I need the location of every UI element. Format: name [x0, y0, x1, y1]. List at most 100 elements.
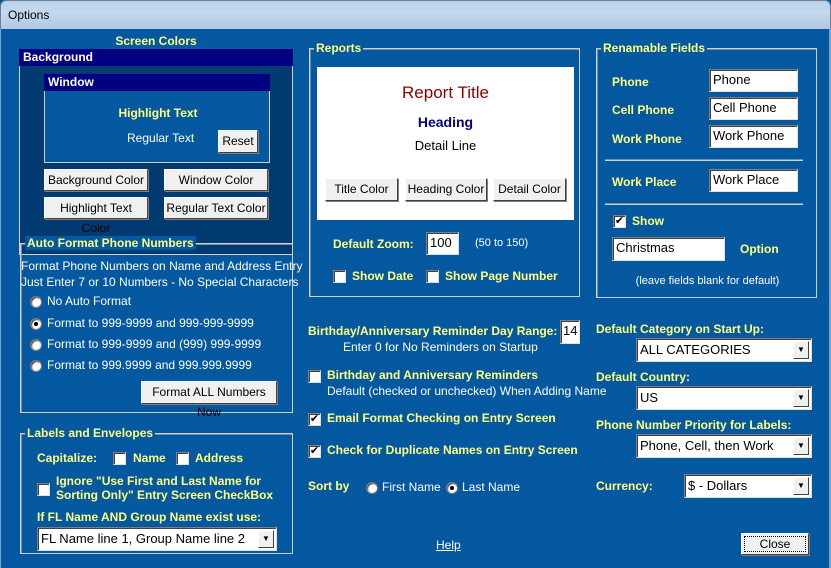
reminder-range-input[interactable]: 14 — [560, 320, 580, 344]
email-format-checkbox[interactable]: ✔ — [308, 413, 321, 426]
work-place-field-label: Work Place — [612, 175, 677, 189]
window-color-button[interactable]: Window Color — [164, 169, 268, 191]
ignore-fl-sorting-checkbox[interactable] — [37, 483, 50, 496]
window-title: Options — [8, 8, 50, 22]
chevron-down-icon[interactable]: ▼ — [793, 341, 809, 359]
highlight-text-sample: Highlight Text — [118, 106, 198, 120]
show-option-label: Show — [632, 214, 664, 228]
default-country-select[interactable]: US ▼ — [636, 386, 812, 410]
work-phone-field-input[interactable]: Work Phone — [709, 125, 798, 148]
duplicate-names-checkbox[interactable]: ✔ — [308, 445, 321, 458]
work-phone-field-label: Work Phone — [612, 132, 682, 146]
cell-phone-field-input[interactable]: Cell Phone — [709, 97, 798, 120]
show-option-checkbox[interactable]: ✔ — [613, 215, 626, 228]
sort-last-name-radio[interactable] — [446, 482, 458, 494]
birthday-reminders-note: Default (checked or unchecked) When Addi… — [327, 384, 607, 398]
option-name-input[interactable]: Christmas — [612, 237, 725, 261]
birthday-reminders-label: Birthday and Anniversary Reminders — [327, 368, 538, 382]
reports-title: Reports — [314, 41, 364, 55]
chevron-down-icon[interactable]: ▼ — [258, 530, 274, 548]
capitalize-label: Capitalize: — [37, 451, 98, 465]
background-header: Background — [19, 49, 293, 66]
phone-field-input[interactable]: Phone — [709, 69, 798, 92]
fl-group-value: FL Name line 1, Group Name line 2 — [41, 531, 246, 546]
help-link[interactable]: Help — [436, 538, 461, 552]
radio-label: Format to 999-9999 and (999) 999-9999 — [47, 337, 262, 351]
heading-color-button[interactable]: Heading Color — [405, 178, 487, 201]
options-dialog: Screen Colors Background Window Highligh… — [0, 29, 831, 568]
close-button[interactable]: Close — [741, 533, 809, 555]
phone-priority-select[interactable]: Phone, Cell, then Work ▼ — [636, 434, 812, 458]
heading-sample: Heading — [417, 114, 474, 130]
phone-field-label: Phone — [612, 75, 649, 89]
radio-label: Format to 999-9999 and 999-999-9999 — [47, 316, 254, 330]
chevron-down-icon[interactable]: ▼ — [793, 389, 809, 407]
capitalize-address-label: Address — [195, 451, 244, 465]
currency-select[interactable]: $ - Dollars ▼ — [684, 474, 812, 498]
renamable-fields-group: Renamable Fields Phone Phone Cell Phone … — [596, 41, 817, 298]
background-color-button[interactable]: Background Color — [44, 169, 148, 191]
labels-envelopes-group: Labels and Envelopes Capitalize: Name Ad… — [20, 426, 293, 554]
ignore-line-2: Sorting Only" Entry Screen CheckBox — [56, 488, 274, 502]
default-country-label: Default Country: — [596, 370, 690, 384]
show-page-number-label: Show Page Number — [445, 269, 558, 283]
radio-no-auto-format[interactable] — [30, 296, 42, 308]
window-header: Window — [44, 74, 270, 91]
phone-priority-label: Phone Number Priority for Labels: — [596, 418, 792, 432]
show-date-checkbox[interactable] — [333, 270, 346, 283]
divider — [605, 203, 803, 205]
fl-group-label: If FL Name AND Group Name exist use: — [37, 510, 262, 524]
default-country-value: US — [640, 390, 659, 405]
title-color-button[interactable]: Title Color — [325, 178, 398, 201]
currency-label: Currency: — [596, 479, 653, 493]
capitalize-name-checkbox[interactable] — [113, 452, 126, 465]
regular-text-color-button[interactable]: Regular Text Color — [164, 197, 268, 219]
screen-colors-title: Screen Colors — [115, 34, 197, 48]
default-category-select[interactable]: ALL CATEGORIES ▼ — [636, 338, 812, 362]
screen-colors-preview: Background Window Highlight Text Regular… — [19, 49, 293, 255]
detail-line-sample: Detail Line — [414, 138, 477, 153]
capitalize-address-checkbox[interactable] — [176, 452, 189, 465]
reset-button[interactable]: Reset — [218, 130, 258, 153]
auto-format-title: Auto Format Phone Numbers — [25, 236, 196, 250]
radio-label: Format to 999.9999 and 999.999.9999 — [47, 358, 252, 372]
sort-first-name-radio[interactable] — [366, 482, 378, 494]
duplicate-names-label: Check for Duplicate Names on Entry Scree… — [327, 443, 578, 457]
radio-format-parens[interactable] — [30, 339, 42, 351]
chevron-down-icon[interactable]: ▼ — [793, 477, 809, 495]
report-preview: Report Title Heading Detail Line Title C… — [317, 67, 574, 220]
default-zoom-input[interactable]: 100 — [426, 232, 459, 255]
radio-format-dash[interactable] — [30, 318, 42, 330]
check-icon: ✔ — [309, 413, 320, 425]
format-all-numbers-button[interactable]: Format ALL Numbers Now — [141, 381, 277, 419]
reminder-range-note: Enter 0 for No Reminders on Startup — [343, 340, 538, 354]
auto-format-desc-1: Format Phone Numbers on Name and Address… — [21, 259, 303, 273]
ignore-line-1: Ignore "Use First and Last Name for — [56, 474, 262, 488]
labels-envelopes-title: Labels and Envelopes — [25, 426, 156, 440]
detail-color-button[interactable]: Detail Color — [493, 178, 566, 201]
auto-format-group: Auto Format Phone Numbers Format Phone N… — [20, 236, 303, 419]
default-category-label: Default Category on Start Up: — [596, 322, 765, 336]
work-place-field-input[interactable]: Work Place — [709, 169, 798, 192]
show-page-number-checkbox[interactable] — [426, 270, 439, 283]
regular-text-sample: Regular Text — [127, 131, 195, 145]
show-date-label: Show Date — [352, 269, 414, 283]
renamable-note: (leave fields blank for default) — [635, 275, 780, 287]
chevron-down-icon[interactable]: ▼ — [793, 437, 809, 455]
check-icon: ✔ — [614, 215, 625, 227]
highlight-text-color-button[interactable]: Highlight Text Color — [44, 197, 148, 235]
sort-last-name-label: Last Name — [462, 480, 521, 494]
reports-group: Reports Report Title Heading Detail Line… — [309, 41, 580, 297]
cell-phone-field-label: Cell Phone — [612, 103, 675, 117]
radio-format-dots[interactable] — [30, 360, 42, 372]
birthday-reminders-checkbox[interactable] — [308, 370, 321, 383]
renamable-fields-title: Renamable Fields — [601, 41, 708, 55]
default-category-value: ALL CATEGORIES — [640, 342, 751, 357]
sort-by-label: Sort by — [308, 479, 350, 493]
fl-group-select[interactable]: FL Name line 1, Group Name line 2 ▼ — [37, 527, 277, 551]
capitalize-name-label: Name — [133, 451, 166, 465]
auto-format-desc-2: Just Enter 7 or 10 Numbers - No Special … — [21, 275, 299, 289]
report-title-sample: Report Title — [402, 83, 489, 102]
check-icon: ✔ — [309, 445, 320, 457]
option-label: Option — [740, 242, 779, 256]
